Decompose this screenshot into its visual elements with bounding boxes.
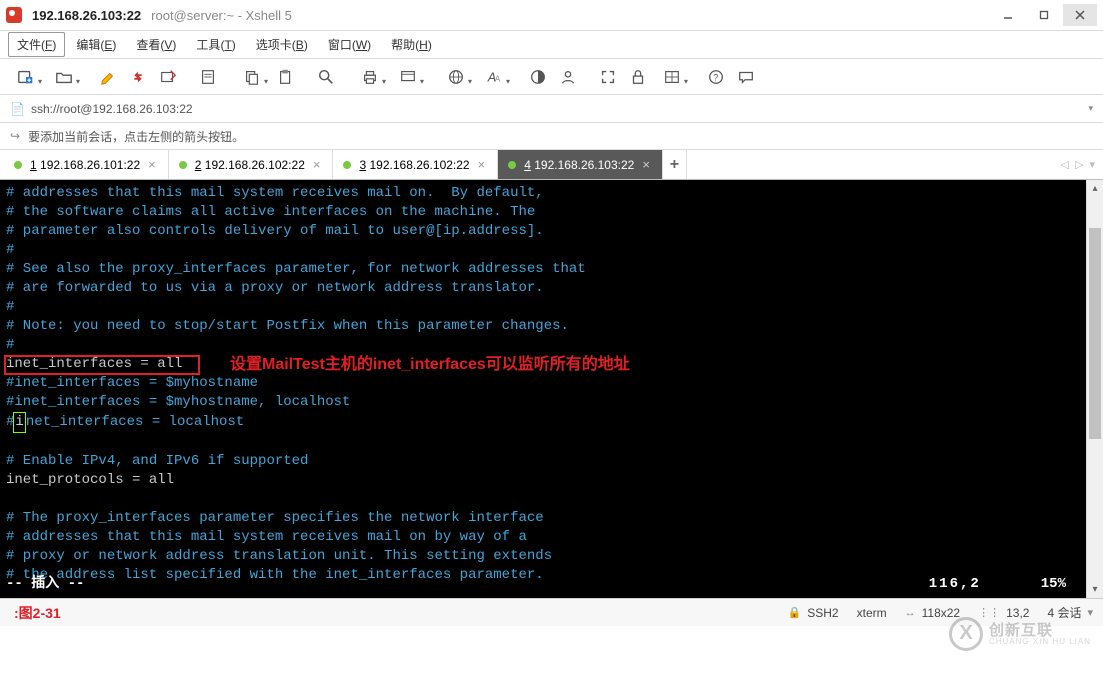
title-bar: 192.168.26.103:22 root@server:~ - Xshell…	[0, 0, 1103, 30]
app-icon	[6, 7, 22, 23]
scroll-up-icon[interactable]: ▴	[1087, 180, 1103, 197]
session-tab-4[interactable]: 4 192.168.26.103:22 ×	[498, 150, 663, 179]
ssh-icon: 📄	[10, 102, 25, 116]
vim-cursor-pos: 116,2	[929, 575, 981, 594]
title-host: 192.168.26.103:22	[32, 8, 141, 23]
reconnect-icon[interactable]	[124, 64, 152, 90]
address-dropdown-icon[interactable]: ▾	[1088, 103, 1093, 114]
terminal-scrollbar[interactable]: ▴ ▾	[1086, 180, 1103, 598]
new-session-button[interactable]: ▾	[8, 64, 44, 90]
scrollbar-thumb[interactable]	[1089, 228, 1101, 439]
lock-icon[interactable]	[624, 64, 652, 90]
user-icon[interactable]	[554, 64, 582, 90]
open-session-button[interactable]: ▾	[46, 64, 82, 90]
tab-close-icon[interactable]: ×	[148, 157, 156, 172]
menu-edit[interactable]: 编辑(E)	[67, 32, 125, 57]
status-ssh: SSH2	[807, 606, 838, 620]
cursor-icon: ⋮⋮	[978, 606, 1000, 619]
font-button[interactable]: AA▾	[476, 64, 512, 90]
vim-status-line: -- 插入 -- 116,2 15%	[6, 575, 1066, 594]
color-icon[interactable]	[524, 64, 552, 90]
tab-scroll-right-icon[interactable]: ▷	[1075, 158, 1083, 171]
menu-tabs[interactable]: 选项卡(B)	[247, 32, 317, 57]
sessions-dropdown-icon[interactable]: ▾	[1087, 606, 1093, 619]
address-bar[interactable]: 📄 ssh://root@192.168.26.103:22 ▾	[0, 94, 1103, 122]
terminal-output[interactable]: # addresses that this mail system receiv…	[0, 180, 1086, 598]
hint-arrow-icon[interactable]: ↪	[10, 129, 20, 143]
session-tab-3[interactable]: 3 192.168.26.102:22 ×	[333, 150, 498, 179]
toolbar: ▾ ▾ ▾ ▾ ▾ ▾ AA▾ ▾ ?	[0, 58, 1103, 94]
paste-button[interactable]	[272, 64, 300, 90]
encoding-button[interactable]: ▾	[438, 64, 474, 90]
svg-text:?: ?	[713, 72, 718, 82]
fullscreen-icon[interactable]	[594, 64, 622, 90]
session-tab-2[interactable]: 2 192.168.26.102:22 ×	[169, 150, 334, 179]
size-icon: ↔	[905, 607, 916, 619]
menu-bar: 文件(F) 编辑(E) 查看(V) 工具(T) 选项卡(B) 窗口(W) 帮助(…	[0, 30, 1103, 58]
tab-close-icon[interactable]: ×	[478, 157, 486, 172]
status-bar: :图2-31 🔒 SSH2 xterm ↔ 118x22 ⋮⋮ 13,2 4 会话 ▾	[0, 598, 1103, 626]
close-button[interactable]	[1063, 4, 1097, 26]
lock-small-icon: 🔒	[788, 606, 802, 619]
hint-bar: ↪ 要添加当前会话，点击左侧的箭头按钮。	[0, 122, 1103, 150]
menu-window[interactable]: 窗口(W)	[319, 32, 380, 57]
status-cursor: 13,2	[1006, 606, 1029, 620]
screen-button[interactable]: ▾	[390, 64, 426, 90]
disconnect-icon[interactable]	[154, 64, 182, 90]
vim-scroll-pct: 15%	[1041, 575, 1066, 594]
minimize-button[interactable]	[991, 4, 1025, 26]
svg-text:A: A	[495, 74, 501, 83]
highlight-icon[interactable]	[94, 64, 122, 90]
status-termtype: xterm	[857, 606, 887, 620]
hint-text: 要添加当前会话，点击左侧的箭头按钮。	[28, 128, 244, 145]
help-icon[interactable]: ?	[702, 64, 730, 90]
annotation-text: 设置MailTest主机的inet_interfaces可以监听所有的地址	[230, 355, 630, 374]
title-subtitle: root@server:~ - Xshell 5	[151, 8, 292, 23]
address-url: ssh://root@192.168.26.103:22	[31, 102, 193, 116]
add-tab-button[interactable]: +	[663, 150, 687, 179]
layout-button[interactable]: ▾	[654, 64, 690, 90]
tab-scroll-left-icon[interactable]: ◁	[1061, 158, 1069, 171]
tab-close-icon[interactable]: ×	[642, 157, 650, 172]
menu-tools[interactable]: 工具(T)	[187, 32, 244, 57]
vim-mode: -- 插入 --	[6, 575, 84, 594]
status-dot-icon	[508, 161, 516, 169]
find-icon[interactable]	[312, 64, 340, 90]
menu-view[interactable]: 查看(V)	[127, 32, 185, 57]
session-tab-bar: 1 192.168.26.101:22 × 2 192.168.26.102:2…	[0, 150, 1103, 180]
status-size: 118x22	[922, 606, 960, 620]
tab-list-icon[interactable]: ▾	[1089, 158, 1095, 171]
maximize-button[interactable]	[1027, 4, 1061, 26]
status-dot-icon	[14, 161, 22, 169]
scroll-down-icon[interactable]: ▾	[1087, 581, 1103, 598]
print-button[interactable]: ▾	[352, 64, 388, 90]
status-dot-icon	[343, 161, 351, 169]
chat-icon[interactable]	[732, 64, 760, 90]
status-dot-icon	[179, 161, 187, 169]
menu-help[interactable]: 帮助(H)	[382, 32, 441, 57]
properties-icon[interactable]	[194, 64, 222, 90]
copy-button[interactable]: ▾	[234, 64, 270, 90]
tab-close-icon[interactable]: ×	[313, 157, 321, 172]
figure-label: :图2-31	[14, 603, 61, 623]
session-tab-1[interactable]: 1 192.168.26.101:22 ×	[4, 150, 169, 179]
menu-file[interactable]: 文件(F)	[8, 32, 65, 57]
status-sessions: 4 会话	[1047, 604, 1081, 621]
